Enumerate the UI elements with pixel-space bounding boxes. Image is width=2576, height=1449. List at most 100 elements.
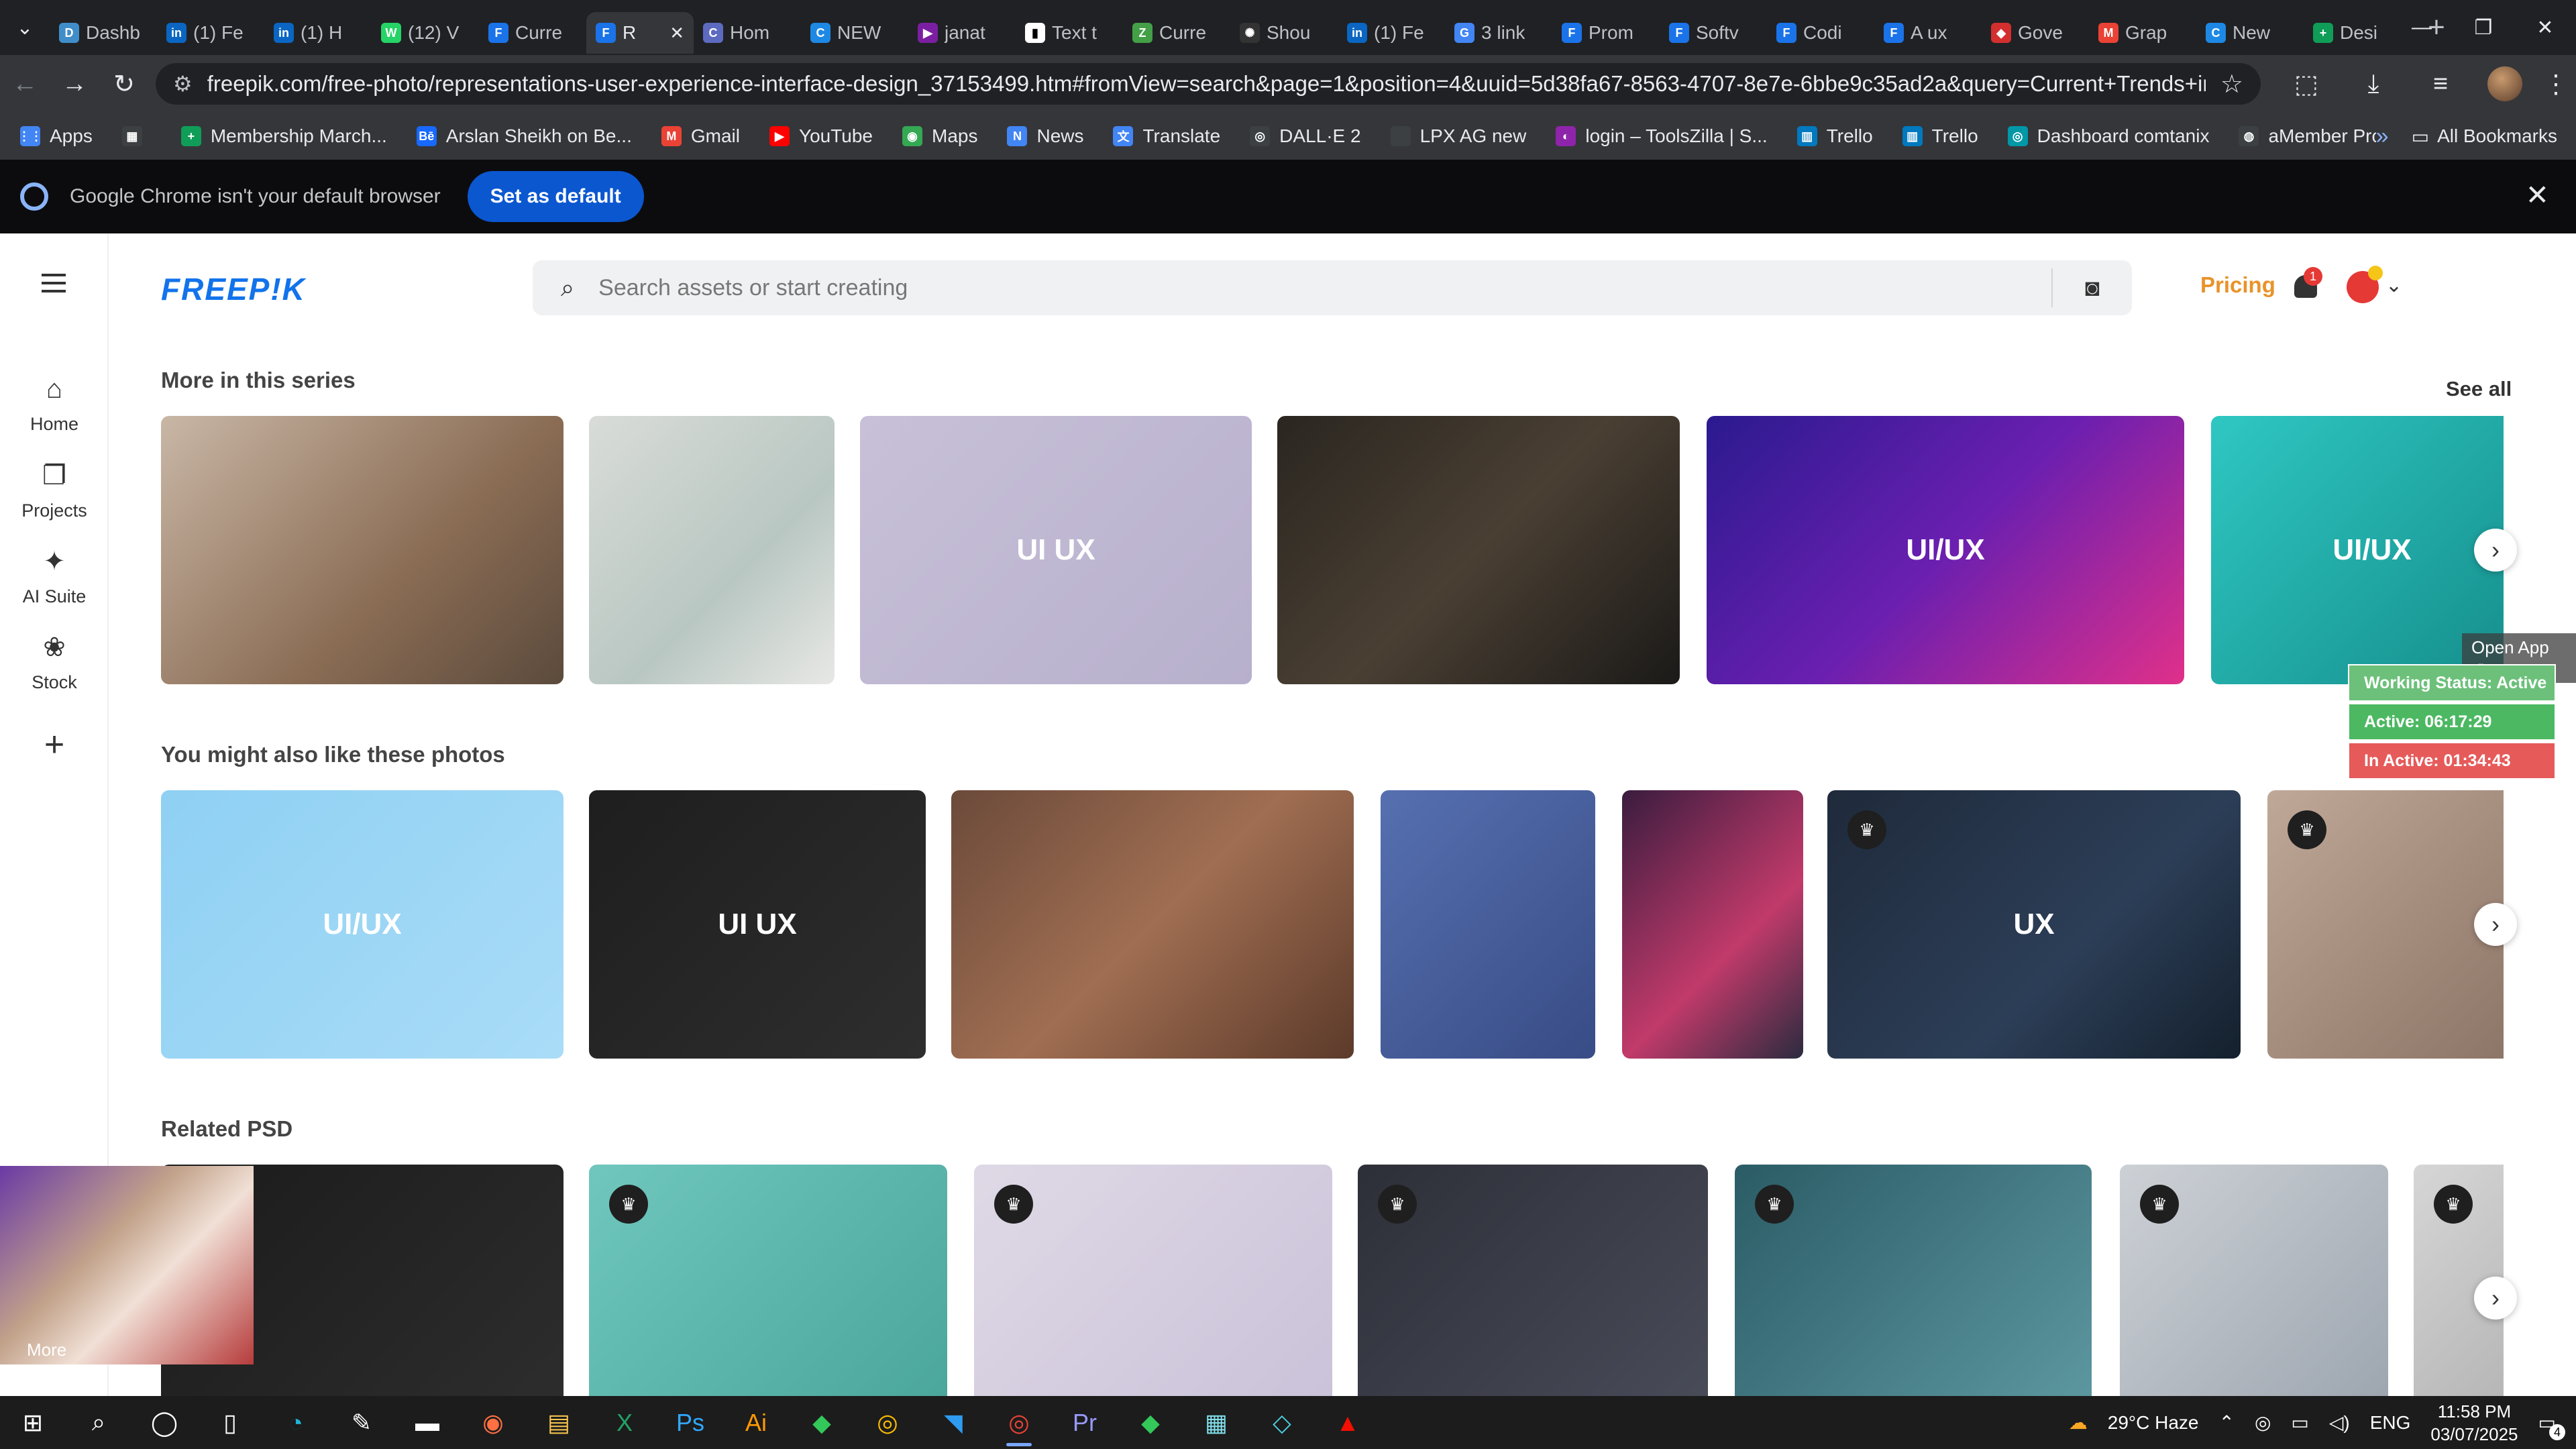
green-app-icon[interactable]: ◆ [789, 1396, 855, 1449]
also-like-next-arrow[interactable]: › [2474, 903, 2517, 946]
browser-tab[interactable]: ▶ janat [908, 12, 1016, 54]
language-indicator[interactable]: ENG [2370, 1412, 2411, 1434]
bookmark-item[interactable]: ▥ Trello [1902, 125, 1978, 147]
browser-tab[interactable]: ✺ Shou [1230, 12, 1338, 54]
chevron-down-icon[interactable]: ⌄ [2385, 274, 2402, 297]
camera-icon[interactable]: ◙ [2051, 268, 2132, 307]
sidebar-item-home[interactable]: ⌂ Home [0, 374, 109, 435]
bookmark-item[interactable]: ▥ Trello [1796, 125, 1873, 147]
bookmark-item[interactable]: N News [1007, 125, 1083, 147]
image-card[interactable]: ♛ [974, 1165, 1332, 1396]
tray-chevron-icon[interactable]: ⌃ [2218, 1411, 2234, 1434]
image-card[interactable]: UI UX [860, 416, 1252, 684]
close-tab-icon[interactable]: ✕ [669, 23, 684, 44]
image-card[interactable]: ♛ UX [1827, 790, 2241, 1059]
browser-tab[interactable]: F Prom [1552, 12, 1660, 54]
bookmark-item[interactable]: Bē Arslan Sheikh on Be... [416, 125, 632, 147]
taskbar-search-icon[interactable]: ⌕ [66, 1396, 131, 1449]
profile-avatar[interactable] [2487, 66, 2522, 101]
premiere-icon[interactable]: Pr [1052, 1396, 1118, 1449]
photoshop-icon[interactable]: Ps [657, 1396, 723, 1449]
bookmark-item[interactable]: ◎ DALL·E 2 [1250, 125, 1361, 147]
image-card[interactable]: UI/UX [161, 790, 564, 1059]
address-bar[interactable]: ⚙ freepik.com/free-photo/representations… [156, 63, 2261, 105]
media-control-icon[interactable]: ≡ [2407, 55, 2474, 113]
chrome-taskbar-icon[interactable]: ◎ [855, 1396, 920, 1449]
picture-in-picture-video[interactable]: More [0, 1166, 254, 1364]
sidebar-item-projects[interactable]: ❐ Projects [0, 460, 109, 521]
user-avatar[interactable] [2347, 266, 2383, 303]
browser-tab[interactable]: F Codi [1767, 12, 1874, 54]
chrome-active-icon[interactable]: ◎ [986, 1396, 1052, 1449]
bookmark-item[interactable]: M Gmail [661, 125, 740, 147]
browser-tab[interactable]: F Softv [1660, 12, 1767, 54]
browser-tab[interactable]: G 3 link [1445, 12, 1552, 54]
see-all-link[interactable]: See all [2446, 377, 2512, 401]
extensions-icon[interactable]: ⬚ [2273, 55, 2340, 113]
back-button[interactable]: ← [0, 55, 50, 113]
freepik-logo[interactable]: FREEP!K [161, 271, 306, 307]
bookmark-item[interactable]: ◍ aMember Pro [2239, 125, 2382, 147]
image-card[interactable] [161, 416, 564, 684]
image-card[interactable] [1622, 790, 1803, 1059]
vscode-icon[interactable]: ◥ [920, 1396, 986, 1449]
minimize-button[interactable]: — [2391, 0, 2453, 55]
bookmark-item[interactable]: ◎ Dashboard comtanix [2007, 125, 2209, 147]
all-bookmarks-button[interactable]: ▭ All Bookmarks [2412, 125, 2557, 148]
network-icon[interactable]: ▭ [2291, 1411, 2308, 1434]
add-icon[interactable]: + [0, 724, 109, 765]
tab-search-button[interactable]: ⌄ [0, 0, 50, 55]
excel-icon[interactable]: X [592, 1396, 657, 1449]
browser-tab[interactable]: F A ux [1874, 12, 1982, 54]
chevron-right-double-icon[interactable]: » [2376, 123, 2389, 150]
browser-tab[interactable]: ◆ Gove [1982, 12, 2089, 54]
bookmark-item[interactable]: ◐ login – ToolsZilla | S... [1556, 125, 1768, 147]
edge-icon[interactable]: ◔ [263, 1396, 329, 1449]
tool-icon[interactable]: ◇ [1249, 1396, 1315, 1449]
pricing-link[interactable]: Pricing [2200, 272, 2275, 298]
bookmark-item[interactable]: + Membership March... [180, 125, 387, 147]
bookmark-item[interactable]: 文 Translate [1113, 125, 1220, 147]
weather-icon[interactable]: ☁ [2069, 1411, 2088, 1434]
menu-icon[interactable]: ⋮ [2536, 55, 2576, 113]
volume-icon[interactable]: ◁) [2329, 1411, 2350, 1434]
browser-tab[interactable]: in (1) H [264, 12, 372, 54]
camera-tray-icon[interactable]: ◎ [2255, 1411, 2271, 1434]
image-card[interactable]: ♛ [1735, 1165, 2092, 1396]
image-card[interactable]: UI UX [589, 790, 926, 1059]
cortana-icon[interactable]: ◯ [131, 1396, 197, 1449]
search-bar[interactable]: ⌕ Search assets or start creating ◙ [533, 260, 2132, 315]
close-window-button[interactable]: ✕ [2514, 0, 2576, 55]
browser-tab[interactable]: D Dashb [50, 12, 157, 54]
bookmark-star-icon[interactable]: ☆ [2220, 69, 2243, 99]
browser-tab[interactable]: C Hom [694, 12, 801, 54]
bookmark-item[interactable]: LPX AG new [1390, 125, 1526, 147]
series-next-arrow[interactable]: › [2474, 529, 2517, 572]
image-card[interactable] [951, 790, 1354, 1059]
image-card[interactable] [1277, 416, 1680, 684]
browser-tab[interactable]: C New [2196, 12, 2304, 54]
bookmark-item[interactable]: ◉ Maps [902, 125, 977, 147]
image-card[interactable]: UI/UX [1707, 416, 2184, 684]
browser-tab[interactable]: C NEW [801, 12, 908, 54]
file-explorer-icon[interactable]: ▤ [526, 1396, 592, 1449]
set-default-button[interactable]: Set as default [467, 171, 644, 222]
hamburger-menu-icon[interactable] [42, 274, 66, 292]
site-info-icon[interactable]: ⚙ [173, 71, 193, 97]
notification-center-icon[interactable]: ▭ 4 [2538, 1411, 2565, 1440]
forward-button[interactable]: → [50, 55, 99, 113]
terminal-icon[interactable]: ▬ [394, 1396, 460, 1449]
sidebar-item-stock[interactable]: ❀ Stock [0, 632, 109, 693]
sidebar-item-ai-suite[interactable]: ✦ AI Suite [0, 546, 109, 607]
app-icon[interactable]: ◉ [460, 1396, 526, 1449]
image-card[interactable] [589, 416, 835, 684]
related-next-arrow[interactable]: › [2474, 1277, 2517, 1320]
browser-tab[interactable]: Z Curre [1123, 12, 1230, 54]
browser-tab[interactable]: M Grap [2089, 12, 2196, 54]
image-card[interactable] [1381, 790, 1595, 1059]
bookmark-item[interactable]: ▶ YouTube [769, 125, 873, 147]
calculator-icon[interactable]: ▦ [1183, 1396, 1249, 1449]
browser-tab[interactable]: F Curre [479, 12, 586, 54]
download-icon[interactable]: ⤓ [2340, 55, 2407, 113]
notification-bell-icon[interactable]: 1 [2294, 267, 2322, 298]
